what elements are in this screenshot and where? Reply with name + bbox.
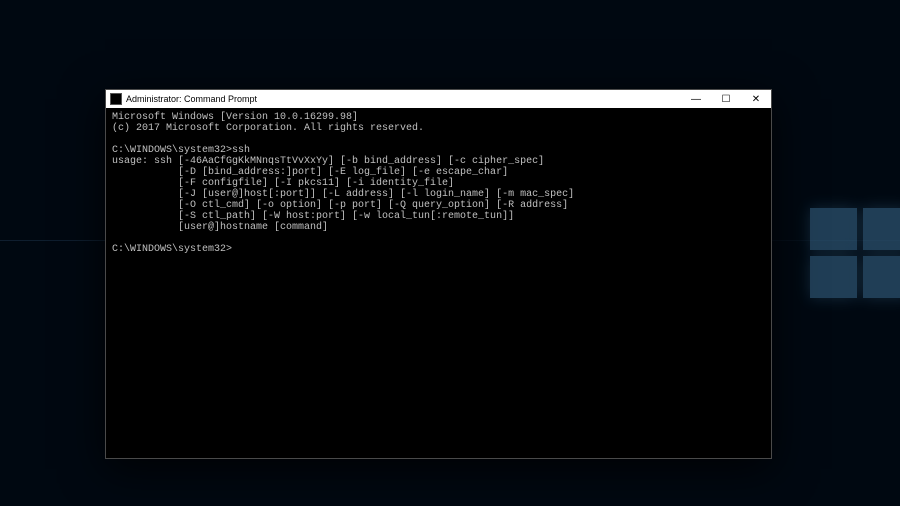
- window-titlebar[interactable]: Administrator: Command Prompt — ☐ ✕: [106, 90, 771, 108]
- copyright-line: (c) 2017 Microsoft Corporation. All righ…: [112, 123, 424, 134]
- ssh-usage-line: [-J [user@]host[:port]] [-L address] [-l…: [112, 189, 574, 200]
- ssh-usage-line: [-F configfile] [-I pkcs11] [-i identity…: [112, 178, 454, 189]
- ssh-usage-line: [-O ctl_cmd] [-o option] [-p port] [-Q q…: [112, 200, 568, 211]
- version-line: Microsoft Windows [Version 10.0.16299.98…: [112, 112, 358, 123]
- ssh-usage-line: [-D [bind_address:]port] [-E log_file] […: [112, 167, 508, 178]
- window-title: Administrator: Command Prompt: [126, 94, 257, 104]
- ssh-usage-line: [user@]hostname [command]: [112, 222, 328, 233]
- cmd-icon: [110, 93, 122, 105]
- ssh-usage-line: usage: ssh [-46AaCfGgKkMNnqsTtVvXxYy] [-…: [112, 156, 544, 167]
- window-controls: — ☐ ✕: [681, 90, 771, 108]
- command-prompt-window: Administrator: Command Prompt — ☐ ✕ Micr…: [105, 89, 772, 459]
- windows-logo-accent: [810, 208, 900, 298]
- prompt-line: C:\WINDOWS\system32>ssh: [112, 145, 250, 156]
- windows-logo-tile: [863, 256, 900, 298]
- close-button[interactable]: ✕: [741, 90, 771, 108]
- windows-logo-tile: [810, 208, 857, 250]
- minimize-button[interactable]: —: [681, 90, 711, 108]
- prompt-line: C:\WINDOWS\system32>: [112, 244, 232, 255]
- windows-logo-tile: [863, 208, 900, 250]
- maximize-button[interactable]: ☐: [711, 90, 741, 108]
- windows-logo-tile: [810, 256, 857, 298]
- ssh-usage-line: [-S ctl_path] [-W host:port] [-w local_t…: [112, 211, 514, 222]
- terminal-output-area[interactable]: Microsoft Windows [Version 10.0.16299.98…: [106, 108, 771, 458]
